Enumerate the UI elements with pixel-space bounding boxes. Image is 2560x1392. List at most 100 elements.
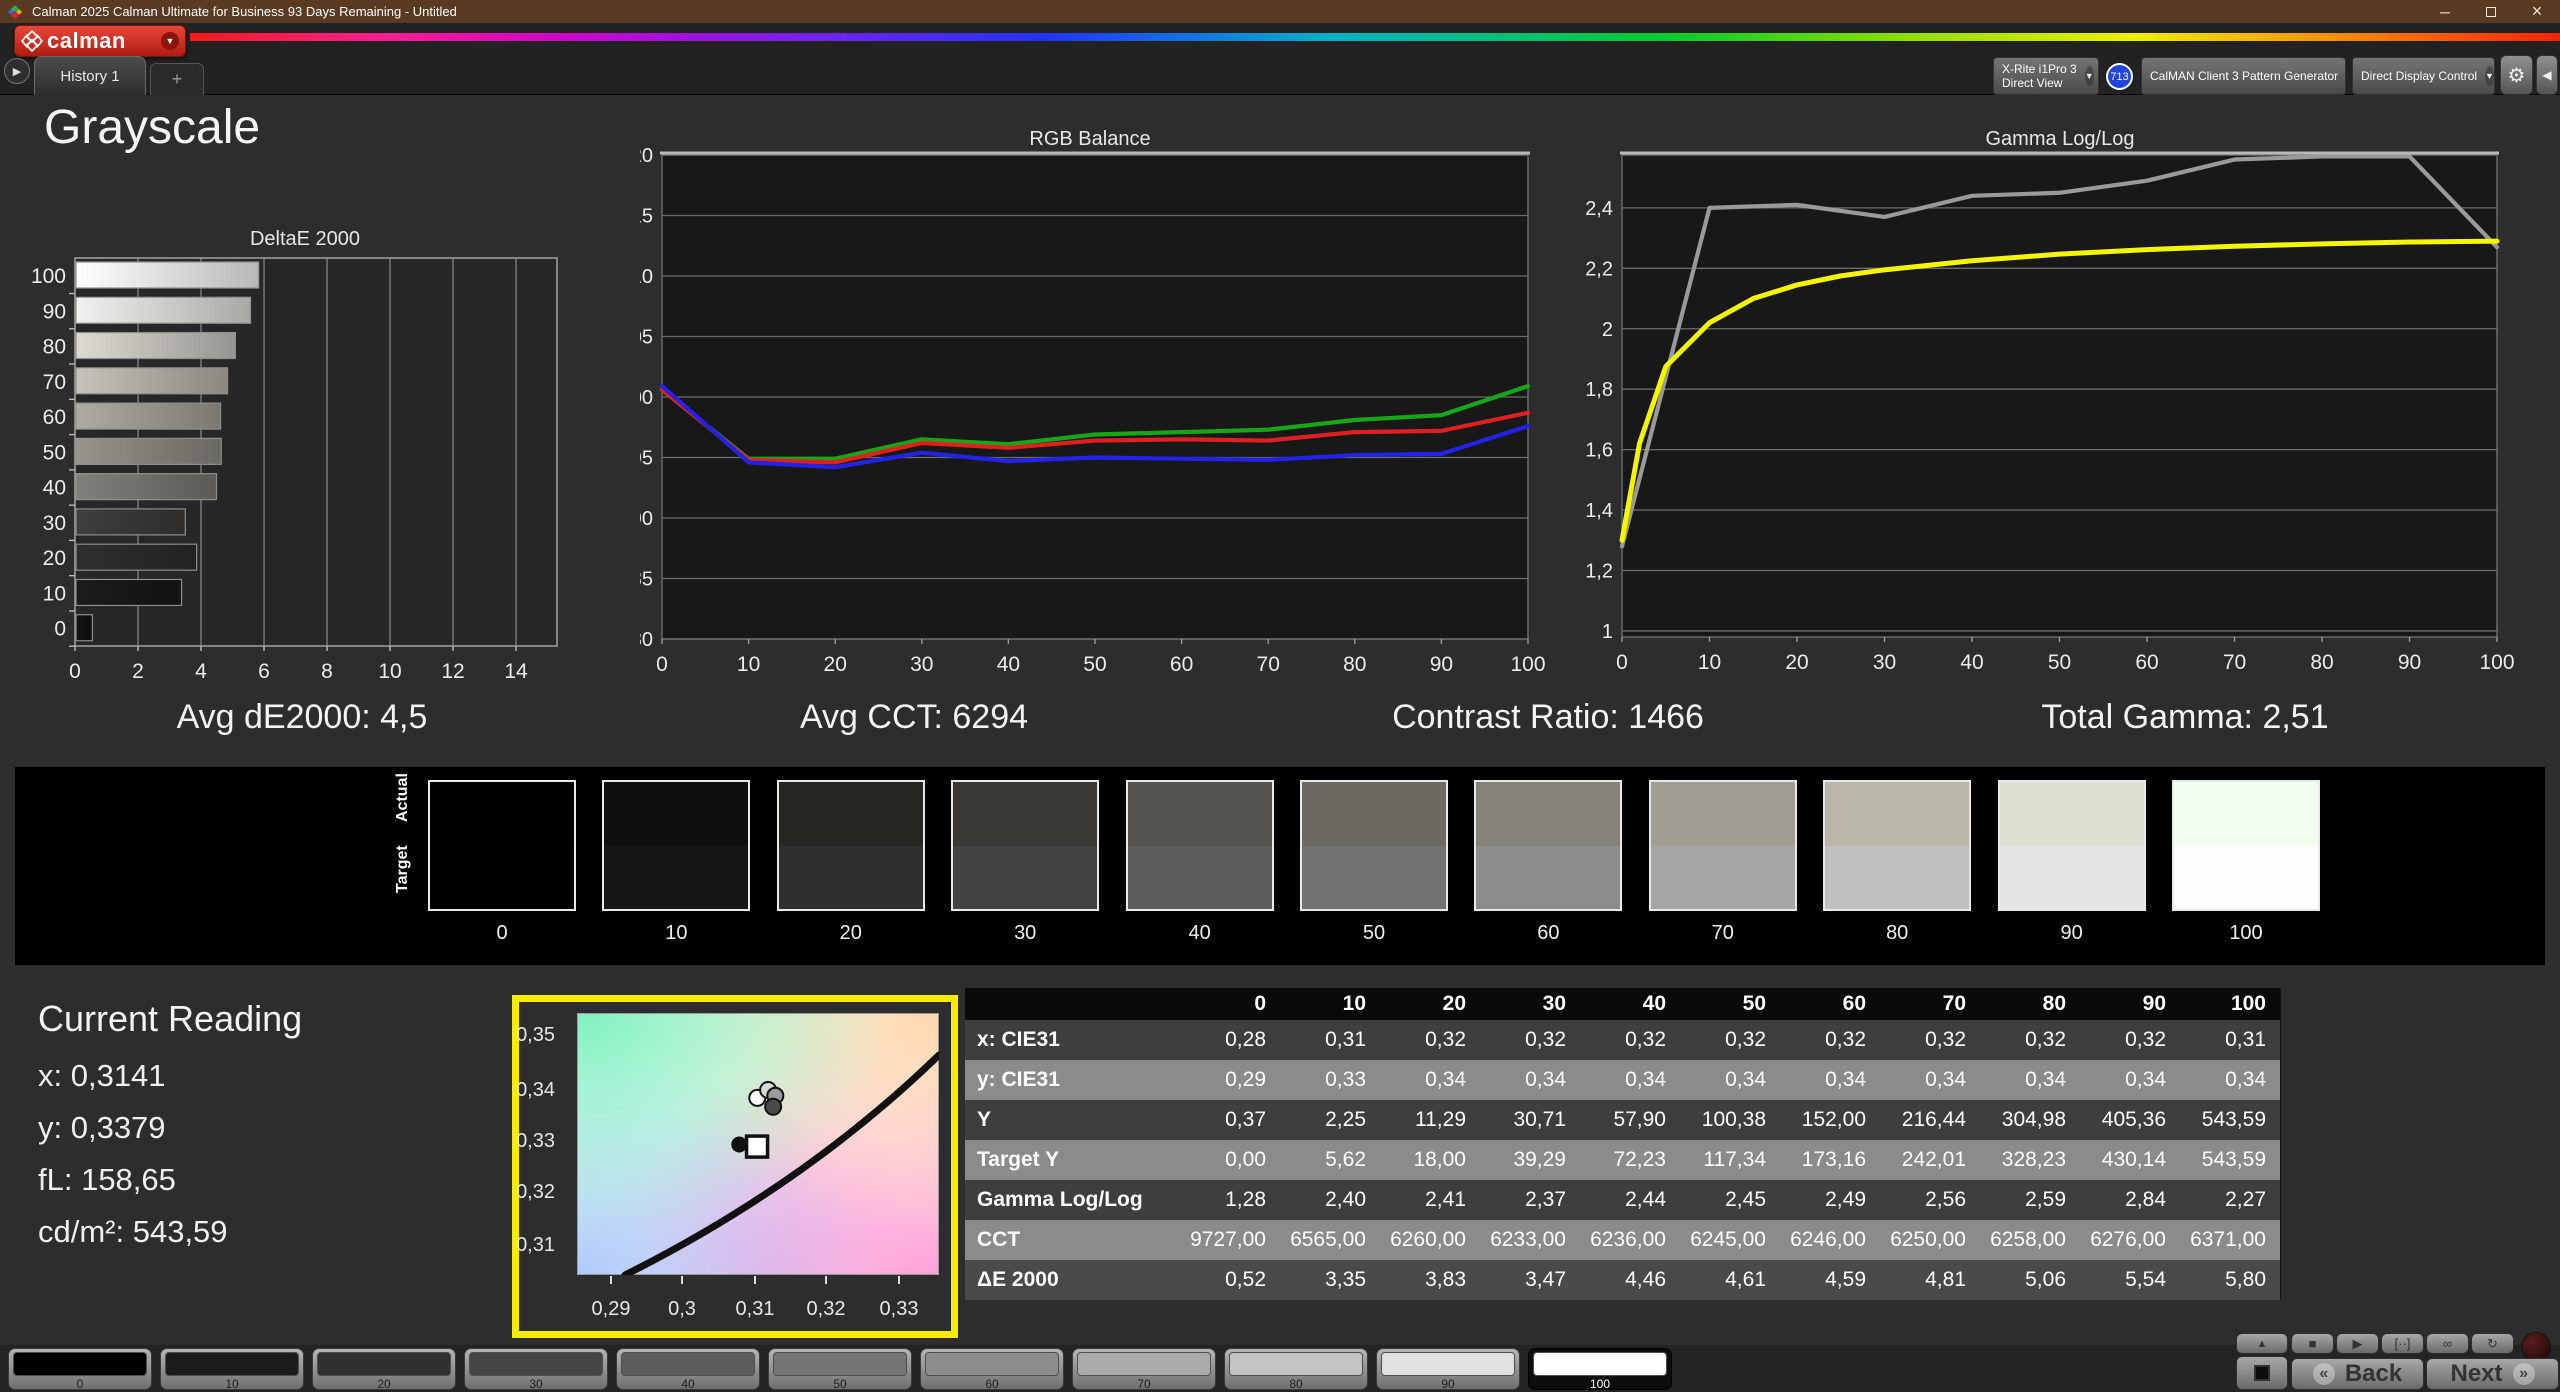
infinity-button[interactable]: ∞ <box>2426 1333 2469 1354</box>
level-button-60[interactable]: 60 <box>920 1348 1064 1391</box>
table-cell: 4,59 <box>1825 1268 1866 1291</box>
cie-x-tick: 0,33 <box>879 1298 919 1320</box>
svg-text:6: 6 <box>258 660 270 683</box>
table-cell: 0,28 <box>1225 1028 1266 1051</box>
level-button-80[interactable]: 80 <box>1224 1348 1368 1391</box>
level-button-90[interactable]: 90 <box>1376 1348 1520 1391</box>
bracket-dots-button[interactable]: [··] <box>2381 1333 2424 1354</box>
minimize-button[interactable]: ─ <box>2422 0 2468 23</box>
collapse-panel-button[interactable]: ◀ <box>2536 55 2558 95</box>
header-bar: calman ▼ ▶ History 1 + X-Rite i1Pro 3 Di… <box>0 23 2560 95</box>
strip-level-label: 40 <box>1188 922 1211 944</box>
svg-text:90: 90 <box>43 300 66 323</box>
table-cell: 0,52 <box>1225 1268 1266 1291</box>
svg-text:1,2: 1,2 <box>1585 561 1613 583</box>
table-cell: 0,31 <box>2225 1028 2266 1051</box>
table-cell: 2,40 <box>1325 1188 1366 1211</box>
maximize-button[interactable] <box>2468 0 2514 23</box>
table-cell: 6276,00 <box>2090 1228 2166 1251</box>
gray-swatch-10 <box>602 780 751 911</box>
table-cell: 5,54 <box>2125 1268 2166 1291</box>
svg-text:70: 70 <box>2223 651 2246 674</box>
svg-text:60: 60 <box>43 406 66 429</box>
level-button-70[interactable]: 70 <box>1072 1348 1216 1391</box>
table-cell: 2,25 <box>1325 1108 1366 1131</box>
svg-text:100: 100 <box>640 387 653 409</box>
table-cell: 3,35 <box>1325 1268 1366 1291</box>
table-cell: 0,32 <box>1825 1028 1866 1051</box>
level-button-0[interactable]: 0 <box>8 1348 152 1391</box>
gray-swatch-20 <box>776 780 925 911</box>
level-button-40[interactable]: 40 <box>616 1348 760 1391</box>
level-button-30[interactable]: 30 <box>464 1348 608 1391</box>
reading-line: x: 0,3141 <box>38 1058 166 1093</box>
chevrons-right-icon: » <box>2512 1363 2535 1385</box>
pattern-generator-dropdown[interactable]: CalMAN Client 3 Pattern Generator ▼ <box>2141 57 2346 95</box>
svg-text:70: 70 <box>1257 653 1280 676</box>
table-cell: 18,00 <box>1413 1148 1466 1171</box>
table-cell: 216,44 <box>1901 1108 1966 1131</box>
table-cell: 2,49 <box>1825 1188 1866 1211</box>
svg-text:14: 14 <box>504 660 528 683</box>
svg-text:90: 90 <box>2398 651 2421 674</box>
tab-history-1[interactable]: History 1 <box>34 56 146 95</box>
table-cell: 543,59 <box>2201 1148 2266 1171</box>
cie-x-tick: 0,29 <box>591 1298 631 1320</box>
level-button-20[interactable]: 20 <box>312 1348 456 1391</box>
play-button[interactable]: ▶ <box>2336 1333 2379 1354</box>
table-cell: 242,01 <box>1901 1148 1966 1171</box>
table-cell: 0,34 <box>1425 1068 1466 1091</box>
table-column-header: 20 <box>1380 988 1480 1020</box>
svg-text:12: 12 <box>441 660 464 683</box>
gray-swatch-60 <box>1474 780 1623 911</box>
table-column-header: 90 <box>2080 988 2180 1020</box>
level-button-50[interactable]: 50 <box>768 1348 912 1391</box>
strip-actual-label: Actual <box>394 773 411 822</box>
display-control-label: Direct Display Control <box>2361 69 2478 83</box>
meter-badge[interactable]: 713 <box>2106 63 2133 90</box>
svg-text:50: 50 <box>43 441 66 464</box>
play-icon: ▶ <box>2352 1335 2363 1351</box>
meter-dropdown[interactable]: X-Rite i1Pro 3 Direct View ▼ <box>1993 57 2099 95</box>
refresh-button[interactable]: ↻ <box>2471 1333 2514 1354</box>
svg-text:70: 70 <box>43 371 66 394</box>
close-button[interactable]: × <box>2514 0 2560 23</box>
cie-x-tick: 0,31 <box>735 1298 775 1320</box>
strip-level-label: 60 <box>1537 922 1560 944</box>
strip-level-label: 10 <box>665 922 688 944</box>
level-button-100[interactable]: 100 <box>1528 1348 1672 1391</box>
table-cell: 72,23 <box>1613 1148 1666 1171</box>
calman-menu-button[interactable]: calman ▼ <box>14 25 186 57</box>
table-cell: 39,29 <box>1513 1148 1566 1171</box>
stop-measure-button[interactable] <box>2236 1356 2288 1390</box>
table-cell: 0,37 <box>1225 1108 1266 1131</box>
reading-line: cd/m²: 543,59 <box>38 1214 228 1249</box>
table-row: Target Y 0,00 5,62 18,00 39,29 72,23 117,34 173… <box>965 1140 2280 1180</box>
table-row-label: ΔE 2000 <box>977 1268 1059 1291</box>
history-nav-button[interactable]: ▶ <box>4 58 30 84</box>
table-column-header: 10 <box>1280 988 1380 1020</box>
panel-up-button[interactable]: ▲ <box>2236 1333 2288 1354</box>
chevrons-left-icon: « <box>2312 1363 2335 1385</box>
table-cell: 4,81 <box>1925 1268 1966 1291</box>
table-cell: 328,23 <box>2001 1148 2066 1171</box>
add-tab-button[interactable]: + <box>150 63 204 95</box>
page-title: Grayscale <box>44 101 261 154</box>
table-column-header: 100 <box>2180 988 2280 1020</box>
level-button-10[interactable]: 10 <box>160 1348 304 1391</box>
table-cell: 0,31 <box>1325 1028 1366 1051</box>
table-cell: 3,47 <box>1525 1268 1566 1291</box>
next-button[interactable]: Next » <box>2426 1358 2559 1390</box>
table-cell: 11,29 <box>1415 1108 1466 1131</box>
svg-text:2: 2 <box>1602 319 1613 341</box>
grayscale-table: 0 10 20 30 40 50 60 70 80 90 100 x: CIE31 0,28 0,31 0,… <box>965 988 2281 1300</box>
svg-text:0: 0 <box>656 653 668 676</box>
table-cell: 6565,00 <box>1290 1228 1366 1251</box>
back-button[interactable]: « Back <box>2291 1358 2424 1390</box>
table-cell: 6233,00 <box>1490 1228 1566 1251</box>
display-control-dropdown[interactable]: Direct Display Control ▼ <box>2352 57 2495 95</box>
stop-button[interactable]: ■ <box>2291 1333 2334 1354</box>
title-bar: Calman 2025 Calman Ultimate for Business… <box>0 0 2560 23</box>
table-cell: 2,56 <box>1925 1188 1966 1211</box>
settings-button[interactable]: ⚙ <box>2500 55 2533 95</box>
